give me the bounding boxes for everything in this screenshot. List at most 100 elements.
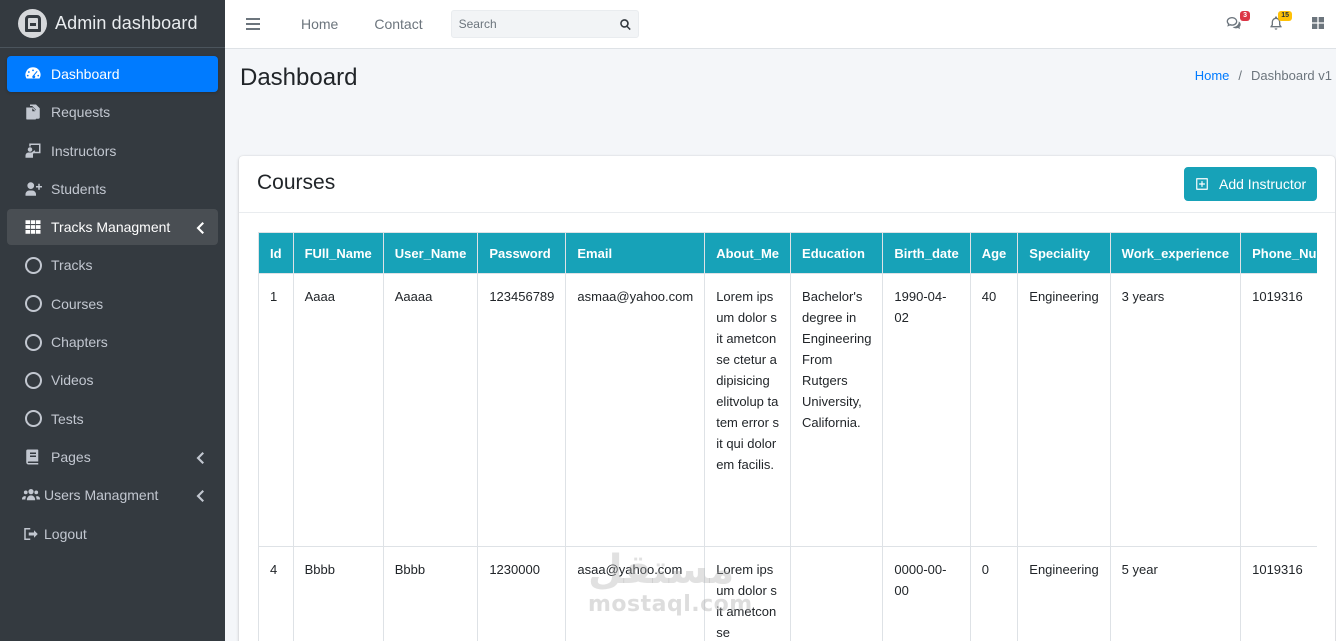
sidebar-item-tracks[interactable]: Tracks — [7, 247, 218, 283]
sidebar-item-pages[interactable]: Pages — [7, 439, 218, 475]
table-row: 1 Aaaa Aaaaa 123456789 asmaa@yahoo.com L… — [258, 273, 1317, 547]
courses-card: Courses Add Instructor Id FUll_Name User… — [239, 156, 1335, 641]
navbar-right: 3 15 — [1202, 11, 1328, 33]
cell-email: asaa@yahoo.com — [565, 546, 706, 641]
cell-education — [790, 546, 884, 641]
notifications-dropdown[interactable]: 15 — [1266, 11, 1292, 33]
nav-link-home[interactable]: Home — [301, 16, 338, 32]
sidebar-item-label: Logout — [44, 525, 87, 542]
sidebar-item-tests[interactable]: Tests — [7, 401, 218, 437]
cell-birth-date: 0000-00-00 — [882, 546, 971, 641]
cell-full-name: Aaaa — [292, 273, 384, 547]
grid-apps-icon[interactable] — [1308, 13, 1328, 33]
column-header: Birth_date — [882, 232, 971, 274]
cell-work-experience: 3 years — [1109, 273, 1242, 547]
brand-logo-icon — [18, 9, 47, 38]
sidebar-item-label: Chapters — [51, 334, 108, 351]
sidebar-item-requests[interactable]: Requests — [7, 94, 218, 130]
add-instructor-label: Add Instructor — [1219, 176, 1307, 192]
sidebar-item-label: Users Managment — [44, 487, 159, 504]
circle-icon — [23, 295, 43, 313]
sign-out-icon — [21, 525, 41, 543]
circle-icon — [23, 256, 43, 274]
table-row: 4 Bbbb Bbbb 1230000 asaa@yahoo.com Lorem… — [258, 546, 1317, 641]
brand-title: Admin dashboard — [55, 13, 198, 33]
copy-icon — [23, 103, 43, 121]
messages-badge: 3 — [1240, 11, 1250, 21]
chevron-left-icon — [196, 221, 204, 235]
add-instructor-button[interactable]: Add Instructor — [1184, 167, 1317, 201]
column-header: Password — [477, 232, 567, 274]
cell-email: asmaa@yahoo.com — [565, 273, 706, 547]
breadcrumb-home-link[interactable]: Home — [1195, 68, 1230, 83]
sidebar-item-dashboard[interactable]: Dashboard — [7, 56, 218, 92]
messages-dropdown[interactable]: 3 — [1224, 11, 1250, 33]
search-icon[interactable] — [614, 11, 638, 37]
column-header: Education — [790, 232, 884, 274]
sidebar-item-courses[interactable]: Courses — [7, 286, 218, 322]
sidebar-item-videos[interactable]: Videos — [7, 362, 218, 398]
th-icon — [23, 218, 43, 236]
nav-link-contact[interactable]: Contact — [374, 16, 422, 32]
circle-icon — [23, 410, 43, 428]
cell-full-name: Bbbb — [292, 546, 384, 641]
table-header-row: Id FUll_Name User_Name Password Email Ab… — [258, 232, 1317, 274]
instructors-table: Id FUll_Name User_Name Password Email Ab… — [258, 232, 1317, 641]
column-header: About_Me — [704, 232, 792, 274]
chalkboard-teacher-icon — [23, 142, 43, 160]
column-header: Work_experience — [1109, 232, 1242, 274]
cell-password: 1230000 — [477, 546, 567, 641]
column-header: FUll_Name — [292, 232, 384, 274]
sidebar-item-students[interactable]: Students — [7, 171, 218, 207]
sidebar-item-tracks-managment[interactable]: Tracks Managment — [7, 209, 218, 246]
table-container[interactable]: Id FUll_Name User_Name Password Email Ab… — [258, 232, 1317, 641]
breadcrumb-separator: / — [1238, 68, 1243, 83]
chevron-left-icon — [196, 451, 204, 464]
cell-user-name: Aaaaa — [382, 273, 479, 547]
cell-speciality: Engineering — [1017, 273, 1111, 547]
cell-password: 123456789 — [477, 273, 567, 547]
cell-user-name: Bbbb — [382, 546, 479, 641]
sidebar-item-logout[interactable]: Logout — [7, 516, 218, 552]
circle-icon — [23, 371, 43, 389]
user-plus-icon — [23, 180, 43, 198]
chevron-left-icon — [196, 489, 204, 503]
tachometer-icon — [23, 65, 43, 83]
sidebar-item-chapters[interactable]: Chapters — [7, 324, 218, 360]
sidebar-item-label: Instructors — [51, 142, 117, 159]
column-header: Email — [565, 232, 706, 274]
sidebar-item-users-managment[interactable]: Users Managment — [7, 477, 218, 513]
sidebar-item-label: Courses — [51, 295, 104, 312]
cell-about-me: Lorem ipsum dolor sit ametconse — [704, 546, 792, 641]
notifications-badge: 15 — [1278, 11, 1292, 21]
sidebar-item-instructors[interactable]: Instructors — [7, 133, 218, 169]
sidebar-item-label: Pages — [51, 448, 91, 465]
column-header: Phone_Number — [1240, 232, 1317, 274]
breadcrumb-current: Dashboard v1 — [1251, 68, 1332, 83]
book-icon — [23, 448, 43, 466]
navbar-search — [450, 10, 639, 38]
sidebar-nav: Dashboard Requests Instructors Students … — [0, 48, 225, 552]
users-icon — [21, 486, 41, 504]
cell-work-experience: 5 year — [1109, 546, 1242, 641]
cell-id: 1 — [258, 273, 294, 547]
sidebar-item-label: Tracks Managment — [51, 219, 171, 236]
cell-age: 40 — [969, 273, 1019, 547]
top-navbar: Home Contact 3 15 — [225, 0, 1336, 49]
card-title: Courses — [257, 171, 336, 194]
cell-phone: 1019316 — [1240, 546, 1317, 641]
column-header: Speciality — [1017, 232, 1111, 274]
brand-link[interactable]: Admin dashboard — [0, 0, 225, 48]
sidebar: Admin dashboard Dashboard Requests Instr… — [0, 0, 225, 641]
page-title: Dashboard — [240, 64, 358, 91]
column-header: User_Name — [382, 232, 479, 274]
menu-toggle-icon[interactable] — [246, 18, 260, 30]
cell-id: 4 — [258, 546, 294, 641]
plus-square-icon — [1196, 178, 1208, 190]
cell-age: 0 — [969, 546, 1019, 641]
column-header: Age — [969, 232, 1019, 274]
sidebar-item-label: Requests — [51, 104, 111, 121]
breadcrumb: Home / Dashboard v1 — [1195, 68, 1332, 83]
column-header: Id — [258, 232, 294, 274]
search-input[interactable] — [451, 11, 614, 37]
